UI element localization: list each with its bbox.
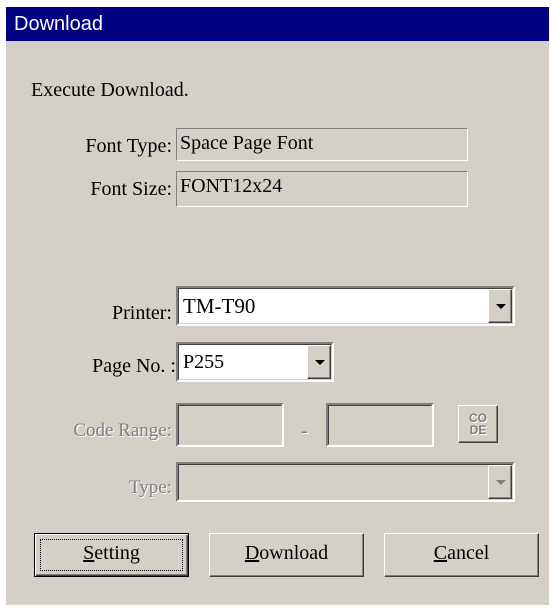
font-type-field: Space Page Font	[176, 128, 468, 161]
code-button-bottom-text: DE	[469, 423, 487, 437]
chevron-down-icon	[315, 360, 325, 365]
download-button-label: Download	[244, 542, 329, 564]
download-dialog: Download Execute Download. Font Type: Sp…	[6, 7, 549, 605]
chevron-down-icon	[496, 480, 506, 485]
type-dropdown-button	[488, 465, 512, 499]
chevron-down-icon	[496, 304, 506, 309]
printer-value: TM-T90	[183, 294, 256, 318]
font-type-value: Space Page Font	[180, 132, 314, 154]
code-range-separator: -	[301, 420, 308, 442]
setting-button[interactable]: Setting	[34, 533, 189, 577]
status-message: Execute Download.	[31, 79, 189, 101]
code-range-label: Code Range:	[73, 420, 172, 441]
font-type-label: Font Type:	[85, 135, 172, 157]
title-bar[interactable]: Download	[6, 7, 549, 41]
page-no-value: P255	[183, 351, 225, 373]
download-button[interactable]: Download	[209, 533, 364, 577]
code-range-from-field	[176, 403, 284, 447]
page-no-select[interactable]: P255	[176, 342, 334, 382]
font-size-field: FONT12x24	[176, 171, 468, 207]
type-select	[176, 462, 515, 502]
font-size-value: FONT12x24	[180, 175, 283, 197]
page-no-label: Page No. :	[92, 355, 176, 377]
font-size-label: Font Size:	[90, 178, 172, 200]
page-no-dropdown-button[interactable]	[307, 345, 331, 379]
type-label: Type:	[129, 477, 172, 498]
window-title: Download	[14, 13, 103, 35]
cancel-button-label: Cancel	[433, 542, 490, 564]
printer-select[interactable]: TM-T90	[176, 286, 515, 326]
printer-dropdown-button[interactable]	[488, 289, 512, 323]
code-range-to-field	[326, 403, 434, 447]
cancel-button[interactable]: Cancel	[384, 533, 539, 577]
printer-label: Printer:	[112, 302, 172, 324]
focus-ring	[40, 539, 183, 571]
code-button: CO DE	[458, 405, 498, 443]
